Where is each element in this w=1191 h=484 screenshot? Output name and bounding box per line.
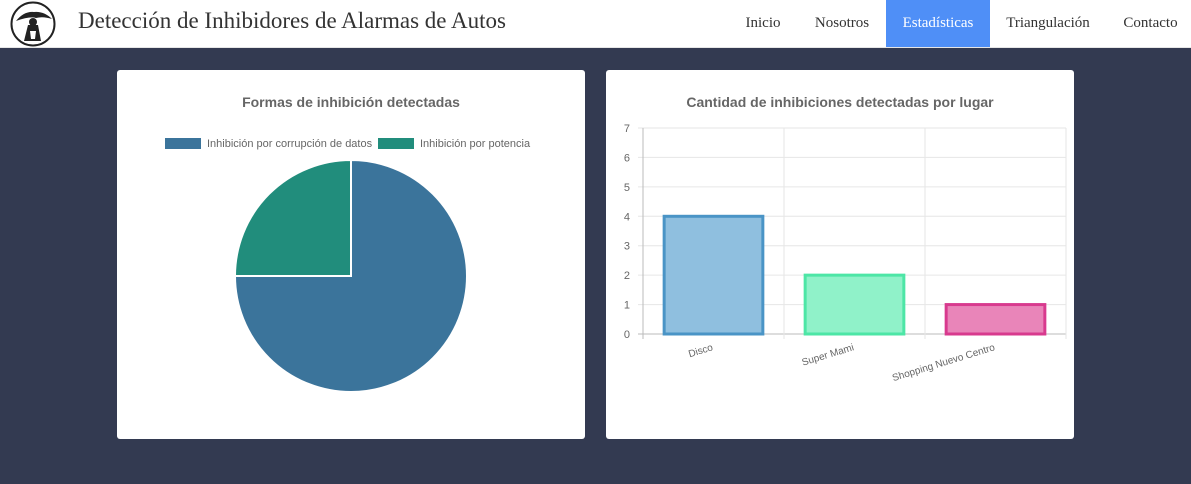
nav-inicio[interactable]: Inicio — [733, 0, 793, 47]
pie-legend-swatch-1[interactable] — [378, 138, 414, 149]
pie-legend: Inhibición por corrupción de datos Inhibi… — [165, 138, 531, 150]
pie-chart-card: Formas de inhibición detectadas Inhibici… — [117, 70, 585, 439]
site-title: Detección de Inhibidores de Alarmas de A… — [78, 8, 506, 33]
x-tick-label: Disco — [687, 342, 715, 360]
nav-triangulacion[interactable]: Triangulación — [995, 0, 1101, 47]
y-tick-label: 5 — [624, 182, 630, 194]
bar-chart-card: Cantidad de inhibiciones detectadas por … — [606, 70, 1074, 439]
hooded-figure-logo-icon[interactable] — [10, 1, 56, 47]
pie-chart: Formas de inhibición detectadas Inhibici… — [165, 94, 531, 393]
pie-slices — [233, 158, 468, 393]
nav-estadisticas[interactable]: Estadísticas — [886, 0, 990, 47]
nav-nosotros[interactable]: Nosotros — [803, 0, 881, 47]
nav-contacto[interactable]: Contacto — [1110, 0, 1191, 47]
y-tick-label: 4 — [624, 211, 630, 223]
y-tick-label: 6 — [624, 152, 630, 164]
bar-chart: Cantidad de inhibiciones detectadas por … — [624, 94, 1067, 384]
pie-legend-swatch-0[interactable] — [165, 138, 201, 149]
pie-chart-title: Formas de inhibición detectadas — [242, 94, 460, 110]
pie-legend-label-0: Inhibición por corrupción de datos — [207, 138, 373, 150]
y-tick-label: 2 — [624, 270, 630, 282]
bar-chart-title: Cantidad de inhibiciones detectadas por … — [686, 94, 994, 110]
navbar: Detección de Inhibidores de Alarmas de A… — [0, 0, 1191, 48]
y-tick-label: 0 — [624, 329, 630, 341]
y-tick-label: 3 — [624, 241, 630, 253]
x-tick-label: Super Mami — [801, 342, 856, 368]
bar-0[interactable] — [662, 214, 765, 336]
bar-2[interactable] — [944, 303, 1047, 336]
y-tick-label: 7 — [624, 123, 630, 135]
bar-marks: Disco Super Mami Shopping Nuevo Centro — [662, 214, 1047, 384]
pie-slice-1[interactable] — [233, 158, 352, 277]
y-tick-label: 1 — [624, 300, 630, 312]
pie-legend-label-1: Inhibición por potencia — [420, 138, 531, 150]
bar-1[interactable] — [803, 273, 906, 336]
x-tick-label: Shopping Nuevo Centro — [891, 342, 997, 384]
